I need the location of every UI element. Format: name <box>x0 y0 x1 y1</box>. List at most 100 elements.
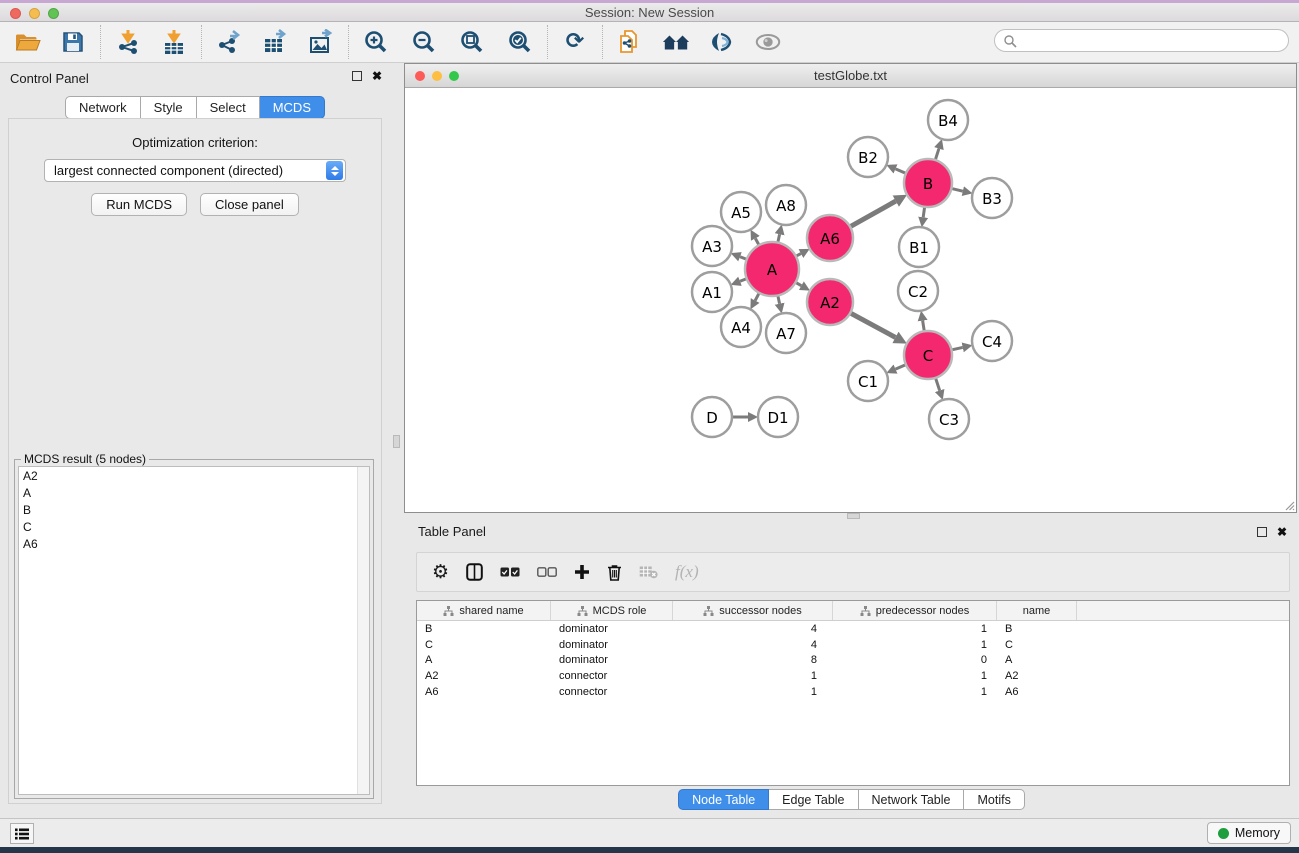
edge-A2-C[interactable] <box>851 313 895 337</box>
tab-node-table[interactable]: Node Table <box>678 789 769 810</box>
delete-table-icon[interactable] <box>639 565 658 579</box>
splitter-handle[interactable] <box>393 435 400 448</box>
float-panel-icon[interactable] <box>1257 527 1267 537</box>
edge-B-B4[interactable] <box>936 149 939 160</box>
zoom-selected-icon[interactable] <box>506 28 534 56</box>
table-row[interactable]: A2connector11A2 <box>417 668 1289 684</box>
close-panel-icon[interactable]: ✖ <box>1277 527 1287 537</box>
tab-network[interactable]: Network <box>65 96 141 119</box>
edge-A-A8[interactable] <box>778 234 780 241</box>
edge-A-A2[interactable] <box>796 283 801 286</box>
resize-grip-icon[interactable] <box>1283 499 1295 511</box>
minimize-network-window-button[interactable] <box>432 71 442 81</box>
mcds-result-list[interactable]: A2ABCA6 <box>18 466 370 795</box>
column-header-predecessor-nodes[interactable]: predecessor nodes <box>833 601 997 620</box>
minimize-window-button[interactable] <box>29 8 40 19</box>
main-toolbar: ⟳ <box>0 22 1299 63</box>
save-session-icon[interactable] <box>59 28 87 56</box>
function-builder-icon[interactable]: f(x) <box>675 562 699 582</box>
export-table-icon[interactable] <box>261 28 289 56</box>
node-label-A3: A3 <box>702 238 722 256</box>
tab-select[interactable]: Select <box>197 96 260 119</box>
select-all-checks-icon[interactable] <box>500 567 520 577</box>
memory-button[interactable]: Memory <box>1207 822 1291 844</box>
settings-gear-icon[interactable]: ⚙ <box>432 563 449 582</box>
zoom-in-icon[interactable] <box>362 28 390 56</box>
run-mcds-button[interactable]: Run MCDS <box>91 193 187 216</box>
mcds-result-item[interactable]: B <box>19 501 369 518</box>
mcds-result-item[interactable]: C <box>19 518 369 535</box>
table-row[interactable]: A6connector11A6 <box>417 684 1289 700</box>
column-header-shared-name[interactable]: shared name <box>417 601 551 620</box>
edge-A-A6[interactable] <box>797 254 801 256</box>
refresh-layout-icon[interactable]: ⟳ <box>561 28 589 56</box>
home-icon[interactable] <box>662 28 690 56</box>
import-table-icon[interactable] <box>160 28 188 56</box>
zoom-fit-icon[interactable] <box>458 28 486 56</box>
edge-C-C3[interactable] <box>936 379 940 391</box>
close-panel-icon[interactable]: ✖ <box>372 71 382 81</box>
table-row[interactable]: Bdominator41B <box>417 621 1289 637</box>
edge-A-A5[interactable] <box>755 238 758 244</box>
edge-A6-B[interactable] <box>851 201 896 226</box>
control-panel-tabs: NetworkStyleSelectMCDS <box>0 96 390 119</box>
table-row[interactable]: Adominator80A <box>417 653 1289 669</box>
vertical-splitter[interactable] <box>390 63 404 818</box>
add-column-icon[interactable] <box>574 564 590 580</box>
open-session-icon[interactable] <box>13 28 41 56</box>
table-body: Bdominator41BCdominator41CAdominator80AA… <box>417 621 1289 700</box>
tab-mcds[interactable]: MCDS <box>260 96 325 119</box>
node-label-C2: C2 <box>908 283 928 301</box>
network-canvas[interactable]: B4B2BB3A5A8A6B1A3AC2A1A2A4A7C4CC1C3DD1 <box>405 88 1296 512</box>
mcds-result-item[interactable]: A6 <box>19 535 369 552</box>
tab-motifs[interactable]: Motifs <box>964 789 1024 810</box>
zoom-network-window-button[interactable] <box>449 71 459 81</box>
close-panel-button[interactable]: Close panel <box>200 193 299 216</box>
close-window-button[interactable] <box>10 8 21 19</box>
task-history-button[interactable] <box>10 823 34 844</box>
edge-A-A4[interactable] <box>755 294 759 301</box>
table-cell: 1 <box>833 639 997 651</box>
column-header-name[interactable]: name <box>997 601 1077 620</box>
export-network-icon[interactable] <box>215 28 243 56</box>
zoom-window-button[interactable] <box>48 8 59 19</box>
table-row[interactable]: Cdominator41C <box>417 637 1289 653</box>
column-header-successor-nodes[interactable]: successor nodes <box>673 601 833 620</box>
edge-C-C2[interactable] <box>923 321 925 331</box>
clone-network-icon[interactable] <box>616 28 644 56</box>
edge-A-A3[interactable] <box>740 257 746 259</box>
table-cell: 1 <box>833 686 997 698</box>
edge-C-C4[interactable] <box>952 347 962 349</box>
zoom-out-icon[interactable] <box>410 28 438 56</box>
show-hide-eye-icon[interactable] <box>754 28 782 56</box>
close-network-window-button[interactable] <box>415 71 425 81</box>
deselect-all-checks-icon[interactable] <box>537 567 557 577</box>
style-preview-icon[interactable] <box>708 28 736 56</box>
export-image-icon[interactable] <box>307 28 335 56</box>
float-panel-icon[interactable] <box>352 71 362 81</box>
mcds-result-item[interactable]: A <box>19 484 369 501</box>
table-cell: dominator <box>551 639 673 651</box>
mcds-result-item[interactable]: A2 <box>19 467 369 484</box>
show-columns-icon[interactable] <box>466 563 483 581</box>
edge-B-B1[interactable] <box>923 208 924 218</box>
criterion-select[interactable]: largest connected component (directed) <box>44 159 346 182</box>
network-window-title: testGlobe.txt <box>405 64 1296 88</box>
edge-A-A7[interactable] <box>778 296 780 303</box>
edge-C-C1[interactable] <box>896 365 906 369</box>
import-network-icon[interactable] <box>114 28 142 56</box>
edge-A-A1[interactable] <box>740 279 746 281</box>
edge-B-B2[interactable] <box>896 169 906 173</box>
tab-style[interactable]: Style <box>141 96 197 119</box>
column-header-MCDS-role[interactable]: MCDS role <box>551 601 673 620</box>
table-cell: A <box>997 654 1077 666</box>
table-cell: C <box>997 639 1077 651</box>
delete-column-trash-icon[interactable] <box>607 564 622 581</box>
search-input[interactable] <box>994 29 1289 52</box>
scrollbar-track[interactable] <box>357 467 369 794</box>
tab-edge-table[interactable]: Edge Table <box>769 789 858 810</box>
table-cell: 1 <box>673 686 833 698</box>
tab-network-table[interactable]: Network Table <box>859 789 965 810</box>
node-label-C3: C3 <box>939 411 959 429</box>
edge-B-B3[interactable] <box>952 189 962 191</box>
